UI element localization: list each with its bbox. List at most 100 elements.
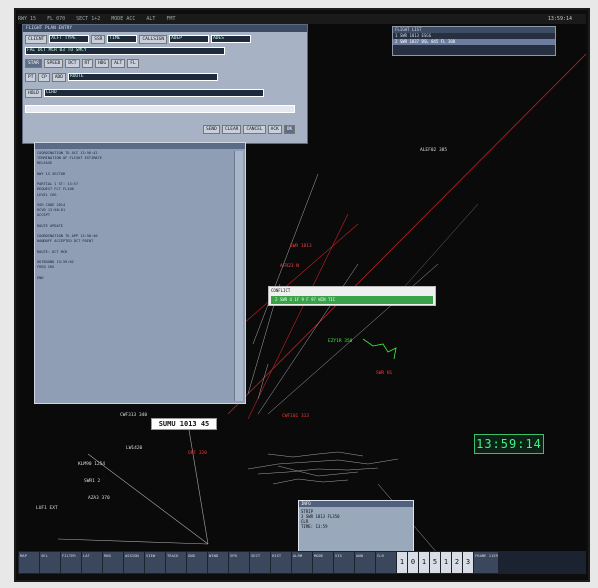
radar-screen[interactable]: RWY 15 FL 070 SECT 1+2 MODE ACC ALT FMT … bbox=[18, 14, 586, 574]
aircraft-label[interactable]: CWF313 340 bbox=[120, 413, 147, 418]
range-number-button[interactable]: 3 bbox=[463, 552, 473, 573]
sector-line bbox=[252, 173, 319, 345]
toolbar-button[interactable]: ALRM bbox=[292, 552, 312, 573]
time-field[interactable]: TIME bbox=[107, 35, 138, 43]
acft-type-field[interactable]: ACFT TYPE bbox=[49, 35, 90, 43]
info-panel[interactable]: INFO STRIP 3 SWR 1813 FL350 CLR TIME: 13:5… bbox=[298, 500, 414, 556]
topbar-item[interactable]: SECT 1+2 bbox=[76, 16, 100, 22]
cancel-button[interactable]: CANCEL bbox=[243, 125, 266, 134]
aircraft-label[interactable]: LUF1 EXT bbox=[36, 506, 58, 511]
route-field[interactable]: FAL DCT MCR 03 TO SMCY bbox=[25, 47, 225, 55]
info-body: STRIP 3 SWR 1813 FL350 CLR TIME: 13:59 bbox=[299, 507, 413, 531]
add-button[interactable]: ADD bbox=[51, 73, 66, 82]
topbar-item[interactable]: RWY 15 bbox=[18, 16, 36, 22]
conflict-label: CONFLICT bbox=[271, 288, 291, 293]
range-number-button[interactable]: 2 bbox=[452, 552, 462, 573]
adep-field[interactable]: ADEP bbox=[169, 35, 210, 43]
flight-plan-dialog[interactable]: FLIGHT PLAN ENTRY CLIENT ACFT TYPE SSR T… bbox=[22, 24, 308, 144]
remarks-field[interactable] bbox=[25, 105, 295, 113]
frame-readout: FRAME 11599 bbox=[474, 552, 498, 573]
coord-message-list: COORDINATION TO ACC 13:56:42 TERMINATION … bbox=[37, 151, 217, 401]
topbar-item[interactable]: FMT bbox=[166, 16, 175, 22]
ok-button[interactable]: OK bbox=[283, 125, 296, 134]
ades-field[interactable]: ADES bbox=[211, 35, 252, 43]
toolbar-button[interactable]: VIEW bbox=[145, 552, 165, 573]
pt-button[interactable]: PT bbox=[25, 73, 37, 82]
toolbar-button[interactable]: HIST bbox=[271, 552, 291, 573]
topbar-item[interactable]: FL 070 bbox=[47, 16, 65, 22]
coord-title-bar[interactable] bbox=[35, 143, 245, 149]
coordination-panel[interactable]: COORDINATION TO ACC 13:56:42 TERMINATION … bbox=[34, 142, 246, 404]
dialog-buttons: SEND CLEAR CANCEL ACK OK bbox=[203, 125, 296, 134]
toolbar-button[interactable]: GND bbox=[187, 552, 207, 573]
alt-button[interactable]: ALT bbox=[111, 59, 126, 68]
rt-button[interactable]: RT bbox=[81, 59, 93, 68]
bottom-toolbar: MAP SEL FILTER LAT RNG ASSIGN VIEW TRACK GND WIND… bbox=[18, 551, 586, 574]
range-number-button[interactable]: 1 bbox=[419, 552, 429, 573]
range-number-button[interactable]: 5 bbox=[430, 552, 440, 573]
toolbar-button[interactable]: VIS bbox=[334, 552, 354, 573]
sector-line bbox=[57, 538, 209, 545]
speed-button[interactable]: SPEED bbox=[43, 59, 64, 68]
hdg-button[interactable]: HDG bbox=[94, 59, 110, 68]
aircraft-label[interactable]: SWR N1 bbox=[376, 371, 392, 376]
green-track bbox=[362, 338, 397, 360]
range-number-button[interactable]: 0 bbox=[408, 552, 418, 573]
hold-field[interactable]: CLRD bbox=[43, 89, 264, 97]
clear-button[interactable]: CLEAR bbox=[221, 125, 242, 134]
aircraft-label[interactable]: SWR 1813 bbox=[290, 244, 312, 249]
range-number-button[interactable]: 1 bbox=[441, 552, 451, 573]
ssr-label[interactable]: SSR bbox=[91, 35, 106, 44]
conflict-text: 2 SWR 4 1F 9 F 97 WIN TIC bbox=[275, 297, 336, 302]
toolbar-button[interactable]: MODE bbox=[313, 552, 333, 573]
toolbar-button[interactable]: FILTER bbox=[61, 552, 81, 573]
client-field-label[interactable]: CLIENT bbox=[25, 35, 48, 44]
dct-button[interactable]: DCT bbox=[65, 59, 80, 68]
toolbar-button[interactable]: TRACK bbox=[166, 552, 186, 573]
route-entry-field[interactable]: ROUTE bbox=[67, 73, 218, 81]
digital-clock: 13:59:14 bbox=[474, 434, 544, 454]
aircraft-label[interactable]: LW1420 bbox=[126, 446, 142, 451]
hold-button[interactable]: HOLD bbox=[25, 89, 42, 98]
aircraft-label[interactable]: ALEF02 385 bbox=[420, 148, 447, 153]
fl-button[interactable]: FL bbox=[127, 59, 139, 68]
aircraft-label[interactable]: OPF 320 bbox=[188, 451, 207, 456]
topbar-item[interactable]: MODE ACC bbox=[111, 16, 135, 22]
flight-list-panel[interactable]: FLIGHT LIST 1 SWR 1813 ESGG 2 SWR 1837 B… bbox=[392, 26, 556, 56]
dialog-row: STAR SPEED DCT RT HDG ALT FL bbox=[25, 59, 139, 68]
aircraft-label[interactable]: SWR1 2 bbox=[84, 479, 100, 484]
dialog-row: CLIENT ACFT TYPE SSR TIME CALLSIGN ADEP … bbox=[25, 35, 252, 44]
aircraft-label[interactable]: AZA3 370 bbox=[88, 496, 110, 501]
aircraft-label[interactable]: KLM90 1254 bbox=[78, 462, 105, 467]
topbar-item[interactable]: ALT bbox=[146, 16, 155, 22]
aircraft-label[interactable]: AFR23 N bbox=[280, 264, 299, 269]
info-line: TIME: 13:59 bbox=[301, 524, 328, 529]
toolbar-button[interactable]: SEL bbox=[40, 552, 60, 573]
ack-button[interactable]: ACK bbox=[267, 125, 282, 134]
aircraft-label[interactable]: EZY1R 350 bbox=[328, 339, 352, 344]
toolbar-button[interactable]: ASSIGN bbox=[124, 552, 144, 573]
callsign-label[interactable]: CALLSIGN bbox=[139, 35, 168, 44]
toolbar-button[interactable]: CLR bbox=[376, 552, 396, 573]
star-button[interactable]: STAR bbox=[25, 59, 42, 68]
flight-list-row-selected[interactable]: 2 SWR 1837 BSL 045 FL 300 bbox=[393, 39, 555, 45]
toolbar-button[interactable]: SPD bbox=[229, 552, 249, 573]
airway-line bbox=[242, 223, 359, 325]
send-button[interactable]: SEND bbox=[203, 125, 220, 134]
toolbar-button[interactable]: RNG bbox=[103, 552, 123, 573]
coord-message-line: END bbox=[37, 275, 44, 280]
toolbar-button[interactable]: ANN bbox=[355, 552, 375, 573]
coord-scrollbar[interactable] bbox=[234, 151, 243, 401]
toolbar-button[interactable]: MAP bbox=[19, 552, 39, 573]
topbar-clock: 13:59:14 bbox=[547, 16, 572, 22]
dialog-row: FAL DCT MCR 03 TO SMCY bbox=[25, 47, 225, 55]
conflict-alert-strip[interactable]: CONFLICT 2 SWR 4 1F 9 F 97 WIN TIC bbox=[268, 286, 436, 306]
toolbar-button[interactable]: WIND bbox=[208, 552, 228, 573]
qnh-readout[interactable]: SUMU 1013 45 bbox=[151, 418, 217, 430]
toolbar-button[interactable]: LAT bbox=[82, 552, 102, 573]
aircraft-label[interactable]: CWF101 313 bbox=[282, 414, 309, 419]
cp-button[interactable]: CP bbox=[38, 73, 50, 82]
range-number-button[interactable]: 1 bbox=[397, 552, 407, 573]
toolbar-button[interactable]: SECT bbox=[250, 552, 270, 573]
dialog-row: PT CP ADD ROUTE bbox=[25, 73, 218, 82]
